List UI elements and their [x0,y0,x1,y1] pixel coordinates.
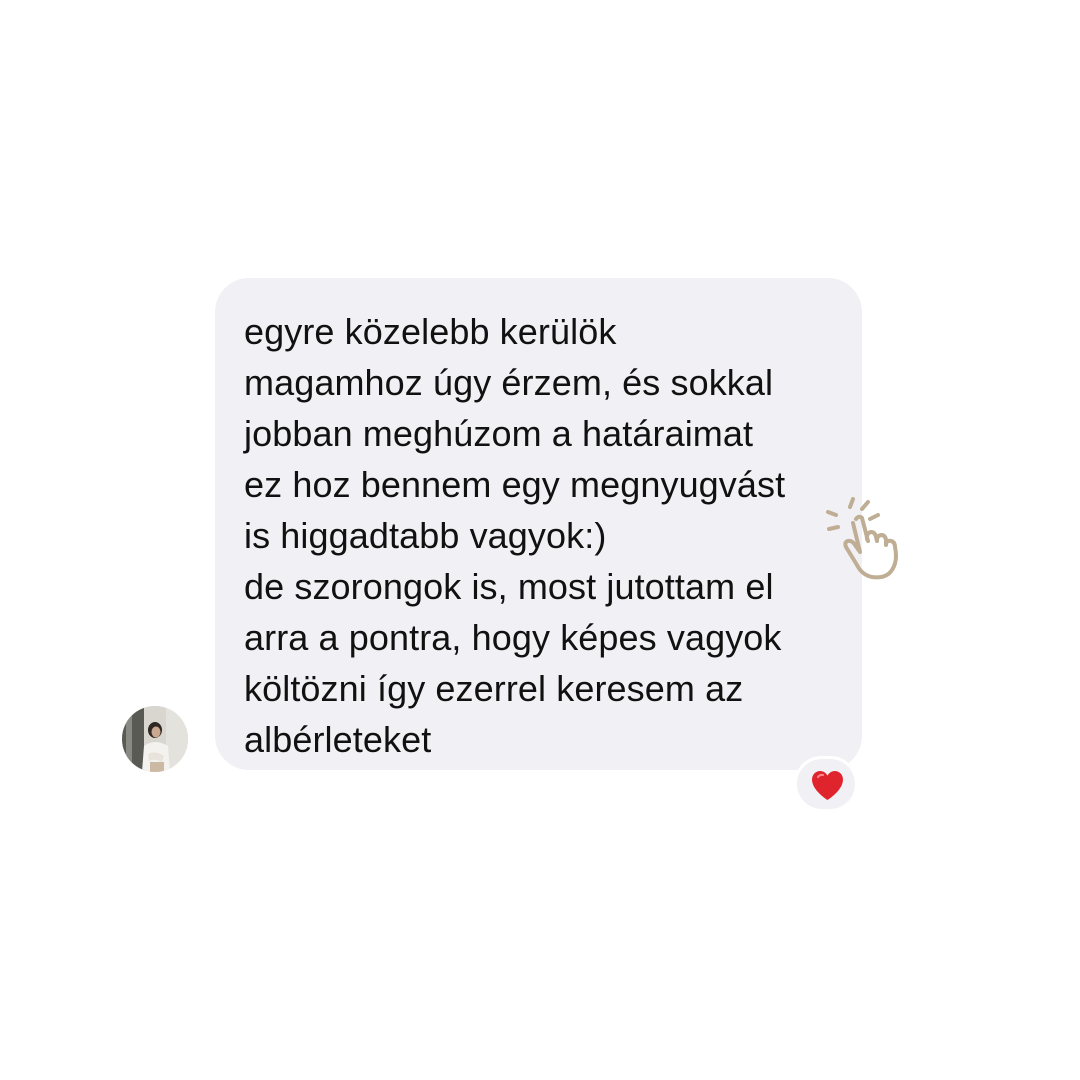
reaction-badge[interactable] [794,756,858,812]
message-line: de szorongok is, most jutottam el [244,566,774,607]
red-heart-icon [812,771,843,800]
message-line: magamhoz úgy érzem, és sokkal [244,362,774,403]
message-line: költözni így ezerrel keresem az [244,668,744,709]
message-line: jobban meghúzom a határaimat [244,413,754,454]
message-bubble[interactable]: egyre közelebb kerülök magamhoz úgy érze… [215,278,862,770]
message-line: is higgadtabb vagyok:) [244,515,607,556]
message-line: ez hoz bennem egy megnyugvást [244,464,786,505]
message-line: egyre közelebb kerülök [244,311,617,352]
message-row: egyre közelebb kerülök magamhoz úgy érze… [0,0,1080,1080]
avatar[interactable] [122,706,188,772]
message-line: arra a pontra, hogy képes vagyok [244,617,782,658]
pointing-hand-tap-icon [822,495,918,585]
story-canvas: egyre közelebb kerülök magamhoz úgy érze… [0,0,1080,1080]
profile-photo [122,706,188,772]
message-line: albérleteket [244,719,432,760]
